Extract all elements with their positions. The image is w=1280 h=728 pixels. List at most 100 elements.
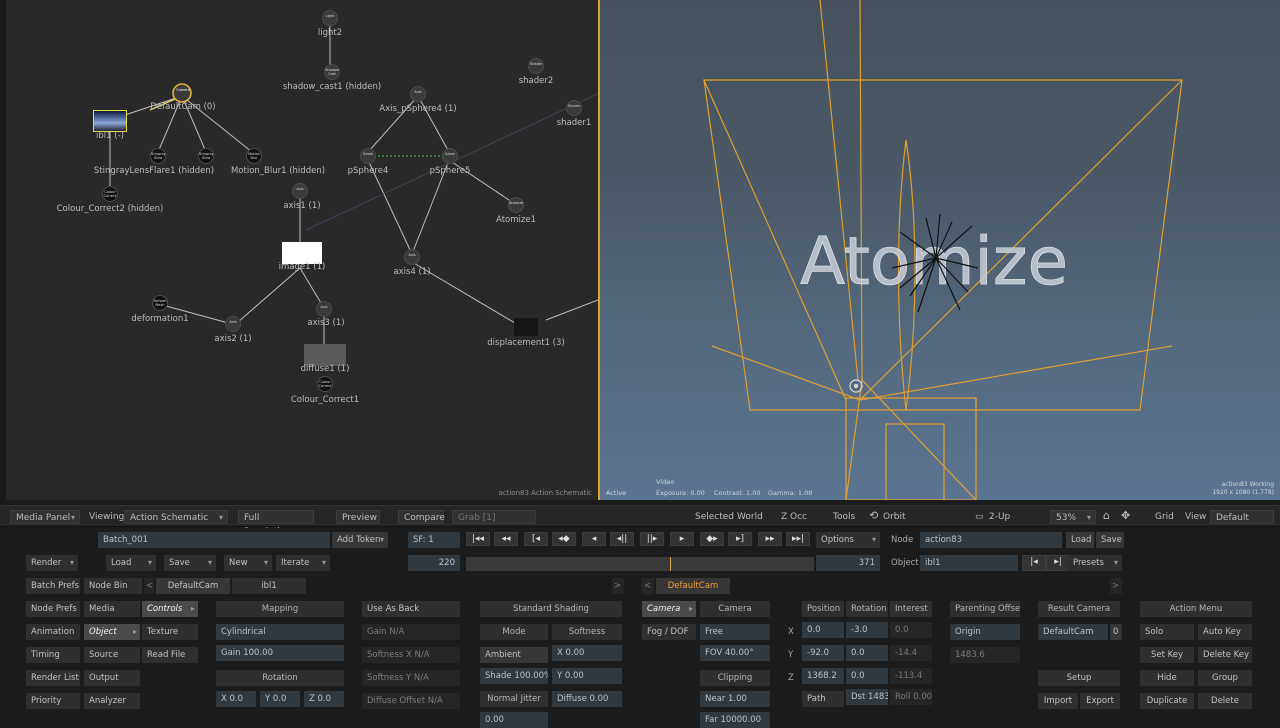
fog-dof-tab[interactable]: Fog / DOF	[642, 624, 696, 640]
result-camera-dropdown[interactable]: DefaultCam	[1038, 624, 1108, 640]
node-name-field[interactable]: action83	[920, 532, 1062, 548]
rotation-y-value[interactable]: 0.0	[846, 645, 888, 661]
object-tab[interactable]: Object	[84, 624, 140, 640]
deformation1-node[interactable]: Deform Mesh	[152, 295, 168, 311]
shadow-cast-node[interactable]: Shadow Cast	[324, 64, 340, 80]
fov-field[interactable]: FOV 40.00°	[700, 645, 770, 661]
shader2-node[interactable]: Shader	[528, 58, 544, 74]
view-dropdown[interactable]: Default	[1210, 510, 1274, 524]
softness-x-value[interactable]: X 0.00	[552, 645, 622, 661]
use-as-back-button[interactable]: Use As Back	[362, 601, 460, 617]
shade-field[interactable]: Shade 100.00%	[480, 668, 548, 684]
distance-field[interactable]: Dst 1483	[846, 689, 888, 705]
glow-node[interactable]: Stingray Glow	[198, 148, 214, 164]
rotation-y-field[interactable]: Y 0.0	[260, 691, 300, 707]
zocc-toggle[interactable]: Z Occ	[776, 510, 812, 524]
psphere4-node[interactable]: Geom	[360, 148, 376, 164]
save-dropdown[interactable]: Save	[164, 555, 216, 571]
prev-object-icon[interactable]: |◂	[1022, 555, 1046, 571]
node-bin-button[interactable]: Node Bin	[84, 578, 142, 594]
render-list-button[interactable]: Render List	[26, 670, 80, 686]
axis1-node[interactable]: Axis	[292, 183, 308, 199]
position-y-field[interactable]: -92.0	[802, 645, 844, 661]
texture-tab[interactable]: Texture	[142, 624, 198, 640]
set-key-button[interactable]: Set Key	[1140, 647, 1194, 663]
psphere5-node[interactable]: Geom	[442, 148, 458, 164]
step-back-icon[interactable]: ◂||	[610, 532, 634, 546]
play-reverse-icon[interactable]: ◂	[582, 532, 606, 546]
image1-thumbnail[interactable]	[282, 242, 322, 264]
rotation-z-value[interactable]: 0.0	[846, 668, 888, 684]
object-name-field[interactable]: ibl1	[920, 555, 1018, 571]
diffuse1-thumbnail[interactable]	[304, 344, 346, 366]
position-x-field[interactable]: 0.0	[802, 622, 844, 638]
rotation-z-field[interactable]: Z 0.0	[304, 691, 344, 707]
media-panel-dropdown[interactable]: Media Panel	[10, 510, 80, 525]
far-field[interactable]: Far 10000.00	[700, 712, 770, 728]
3d-viewport[interactable]: Atomize Video Active Exposure: 0.00 Cont…	[598, 0, 1280, 500]
axis3-node[interactable]: Axis	[316, 301, 332, 317]
frame-end-field[interactable]: 371	[816, 555, 880, 571]
camera-tab[interactable]: Camera	[642, 601, 696, 617]
gain-field[interactable]: Gain 100.00	[216, 645, 344, 661]
orbit-label[interactable]: Orbit	[878, 510, 911, 524]
action-schematic[interactable]: Light light2 Shadow Cast shadow_cast1 (h…	[6, 0, 598, 500]
mapping-dropdown[interactable]: Cylindrical	[216, 624, 344, 640]
goto-start-icon[interactable]: |◂◂	[466, 532, 490, 546]
analyzer-tab[interactable]: Analyzer	[84, 693, 140, 709]
rotation-x-value[interactable]: -3.0	[846, 622, 888, 638]
group-button[interactable]: Group	[1198, 670, 1252, 686]
setup-button[interactable]: Setup	[1038, 670, 1120, 686]
light2-node[interactable]: Light	[322, 10, 338, 26]
animation-button[interactable]: Animation	[26, 624, 80, 640]
media-tab[interactable]: Media	[84, 601, 140, 617]
defaultcam-node[interactable]: Camera	[175, 85, 191, 101]
batch-prefs-button[interactable]: Batch Prefs	[26, 578, 80, 594]
compare-button[interactable]: Compare	[398, 510, 445, 524]
preview-button[interactable]: Preview	[336, 510, 380, 524]
camera-type-dropdown[interactable]: Free	[700, 624, 770, 640]
normal-jitter-field[interactable]: 0.00	[480, 712, 548, 728]
load-dropdown[interactable]: Load	[106, 555, 156, 571]
output-tab[interactable]: Output	[84, 670, 140, 686]
move-icon[interactable]: ✥	[1116, 509, 1135, 523]
atomize1-node[interactable]: Atomize	[508, 197, 524, 213]
tab-scroll-right-2[interactable]: >	[1110, 578, 1122, 594]
rotation-x-field[interactable]: X 0.0	[216, 691, 256, 707]
home-icon[interactable]: ⌂	[1098, 509, 1115, 523]
path-button[interactable]: Path	[802, 691, 844, 707]
import-button[interactable]: Import	[1038, 693, 1078, 709]
two-up-button[interactable]: 2-Up	[984, 510, 1015, 524]
delete-button[interactable]: Delete	[1198, 693, 1252, 709]
hide-button[interactable]: Hide	[1140, 670, 1194, 686]
node-prefs-button[interactable]: Node Prefs	[26, 601, 80, 617]
zoom-dropdown[interactable]: 53%	[1050, 510, 1096, 525]
batch-name-field[interactable]: Batch_001	[98, 532, 330, 548]
full-resolution-button[interactable]: Full Resolution	[238, 510, 314, 537]
add-token-dropdown[interactable]: Add Token	[332, 532, 388, 548]
next-frame-icon[interactable]: ▸]	[728, 532, 752, 546]
position-z-field[interactable]: 1368.2	[802, 668, 844, 684]
grab-button[interactable]: Grab [1]	[452, 510, 536, 524]
read-file-tab[interactable]: Read File	[142, 647, 198, 663]
timeline-playhead[interactable]	[670, 557, 671, 571]
shader1-node[interactable]: Shader	[566, 100, 582, 116]
timing-button[interactable]: Timing	[26, 647, 80, 663]
viewing-dropdown[interactable]: Action Schematic	[124, 510, 228, 525]
auto-key-button[interactable]: Auto Key	[1198, 624, 1252, 640]
options-dropdown[interactable]: Options	[816, 532, 880, 548]
colour-correct2-node[interactable]: Colour Correct	[102, 186, 118, 202]
goto-end-icon[interactable]: ▸▸|	[786, 532, 810, 546]
source-tab[interactable]: Source	[84, 647, 140, 663]
world-toggle[interactable]: World	[732, 510, 768, 524]
priority-button[interactable]: Priority	[26, 693, 80, 709]
iterate-dropdown[interactable]: Iterate	[276, 555, 330, 571]
prev-key-icon[interactable]: ◂◂	[494, 532, 518, 546]
stingray-node[interactable]: Stingray Glow	[150, 148, 166, 164]
diffuse-field[interactable]: Diffuse 0.00	[552, 691, 622, 707]
new-dropdown[interactable]: New	[224, 555, 272, 571]
grid-button[interactable]: Grid	[1150, 510, 1179, 524]
tab-scroll-right[interactable]: >	[612, 578, 624, 594]
next-key-icon[interactable]: ▸▸	[758, 532, 782, 546]
near-field[interactable]: Near 1.00	[700, 691, 770, 707]
